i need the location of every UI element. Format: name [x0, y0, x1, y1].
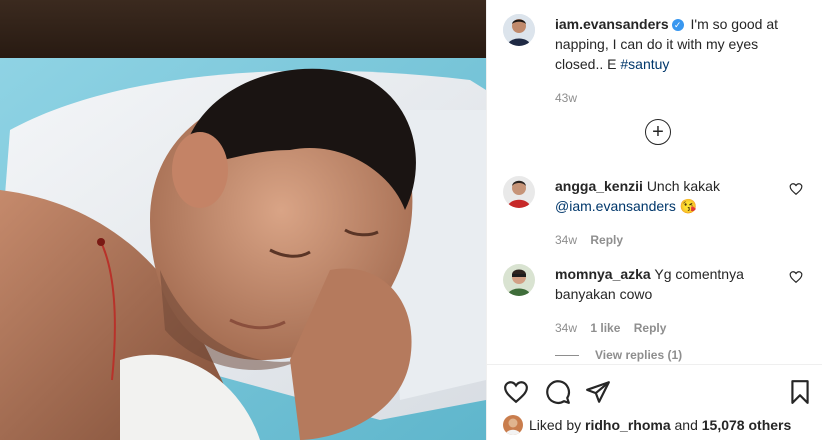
reply-button[interactable]: Reply: [634, 321, 667, 335]
comment-text: Unch kakak: [646, 178, 720, 194]
comment-meta: 34w Reply: [555, 230, 781, 250]
caption-username[interactable]: iam.evansanders: [555, 16, 669, 32]
likes-count[interactable]: 15,078 others: [702, 417, 792, 433]
liker-avatar-image: [503, 415, 523, 435]
likes-joiner: and: [674, 417, 698, 433]
author-avatar[interactable]: [503, 14, 535, 46]
caption-time[interactable]: 43w: [555, 88, 803, 108]
commenter-avatar-image: [503, 264, 535, 296]
verified-badge-icon: ✓: [671, 19, 684, 31]
post-actions-bar: Liked by ridho_rhoma and 15,078 others: [487, 364, 822, 440]
view-replies-divider: [555, 354, 579, 356]
comment-time[interactable]: 34w: [555, 233, 577, 247]
sleeping-man-photo: [0, 0, 486, 440]
likes-summary: Liked by ridho_rhoma and 15,078 others: [503, 415, 791, 435]
view-replies-button[interactable]: View replies (1): [555, 348, 682, 362]
comment-meta: 34w 1 like Reply: [555, 318, 781, 338]
comment-mention[interactable]: @iam.evansanders: [555, 198, 676, 214]
comment-emoji: 😘: [679, 198, 698, 214]
commenter-avatar[interactable]: [503, 176, 535, 208]
comment-item: angga_kenzii Unch kakak @iam.evansanders…: [503, 176, 815, 250]
heart-icon[interactable]: [503, 379, 529, 405]
comment-bubble-icon[interactable]: [545, 379, 571, 405]
liker-avatar[interactable]: [503, 415, 523, 435]
view-replies-label: View replies (1): [595, 348, 683, 362]
likes-prefix: Liked by: [529, 417, 582, 433]
comment-item: momnya_azka Yg comentnya banyakan cowo 3…: [503, 264, 815, 338]
caption-hashtag[interactable]: #santuy: [620, 56, 669, 72]
load-more-comments-button[interactable]: +: [645, 119, 671, 145]
reply-button[interactable]: Reply: [590, 233, 623, 247]
comment-body: momnya_azka Yg comentnya banyakan cowo 3…: [555, 264, 781, 338]
bookmark-icon[interactable]: [787, 379, 813, 405]
comment-likes-count[interactable]: 1 like: [590, 321, 620, 335]
comment-time[interactable]: 34w: [555, 321, 577, 335]
comment-username[interactable]: momnya_azka: [555, 266, 651, 282]
commenter-avatar[interactable]: [503, 264, 535, 296]
comment-body: angga_kenzii Unch kakak @iam.evansanders…: [555, 176, 781, 250]
post-sidebar: iam.evansanders ✓ I'm so good at napping,…: [486, 0, 822, 440]
post-photo: [0, 0, 486, 440]
paper-plane-icon[interactable]: [585, 379, 611, 405]
author-avatar-image: [503, 14, 535, 46]
caption-body: iam.evansanders ✓ I'm so good at napping,…: [555, 14, 803, 108]
plus-circle-icon: +: [652, 121, 664, 143]
post-caption: iam.evansanders ✓ I'm so good at napping,…: [503, 14, 803, 108]
comment-like-heart-icon[interactable]: [789, 182, 803, 196]
commenter-avatar-image: [503, 176, 535, 208]
comment-like-heart-icon[interactable]: [789, 270, 803, 284]
liker-username[interactable]: ridho_rhoma: [585, 417, 671, 433]
comment-username[interactable]: angga_kenzii: [555, 178, 643, 194]
